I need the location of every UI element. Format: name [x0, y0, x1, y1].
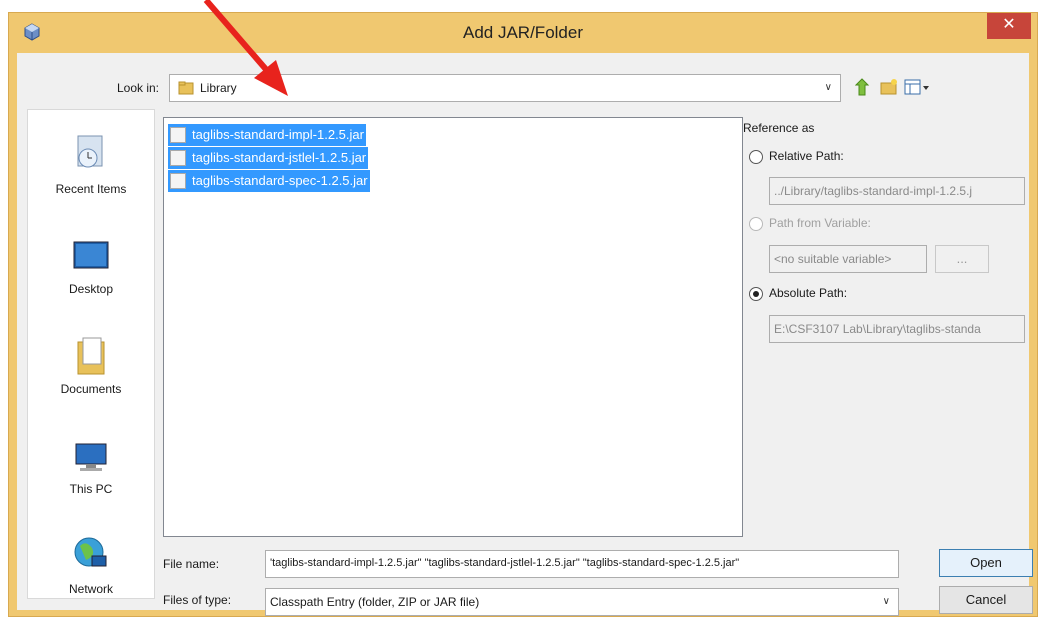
files-of-type-combo[interactable]: Classpath Entry (folder, ZIP or JAR file… [265, 588, 899, 616]
places-bar: Recent Items Desktop Documents This PC N… [27, 109, 155, 599]
new-folder-icon[interactable] [879, 77, 899, 97]
place-this-pc[interactable]: This PC [28, 422, 154, 512]
folder-icon [178, 81, 194, 95]
chevron-down-icon[interactable]: ∨ [825, 82, 832, 93]
files-of-type-value: Classpath Entry (folder, ZIP or JAR file… [270, 595, 480, 609]
place-recent-items[interactable]: Recent Items [28, 122, 154, 212]
this-pc-icon [75, 443, 107, 471]
cancel-button[interactable]: Cancel [939, 586, 1033, 614]
jar-file-icon [170, 149, 186, 166]
place-label: Documents [60, 382, 122, 396]
add-jar-folder-dialog: Add JAR/Folder ✕ Look in: Library ∨ Rece… [8, 12, 1038, 617]
list-item[interactable]: taglibs-standard-impl-1.2.5.jar [168, 124, 366, 146]
absolute-path-label: Absolute Path: [769, 286, 848, 300]
jar-file-icon [170, 126, 186, 143]
jar-file-icon [170, 172, 186, 189]
close-icon[interactable]: ✕ [1002, 16, 1015, 33]
place-label: Network [68, 582, 113, 596]
variable-field: <no suitable variable> [769, 245, 927, 273]
place-label: Recent Items [55, 182, 127, 196]
relative-path-label: Relative Path: [769, 149, 844, 163]
title-bar: Add JAR/Folder ✕ [9, 13, 1037, 53]
look-in-combo[interactable]: Library ∨ [169, 74, 841, 102]
file-name-label: File name: [163, 557, 220, 571]
reference-as-label: Reference as [743, 121, 815, 135]
absolute-path-field: E:\CSF3107 Lab\Library\taglibs-standa [769, 315, 1025, 343]
list-item[interactable]: taglibs-standard-jstlel-1.2.5.jar [168, 147, 369, 169]
relative-path-radio[interactable] [749, 150, 763, 164]
recent-items-icon [77, 135, 103, 168]
desktop-icon [73, 241, 109, 269]
list-item[interactable]: taglibs-standard-spec-1.2.5.jar [168, 170, 370, 192]
look-in-value: Library [200, 81, 237, 95]
up-one-level-icon[interactable] [855, 77, 875, 97]
relative-path-field: ../Library/taglibs-standard-impl-1.2.5.j [769, 177, 1025, 205]
documents-icon [77, 337, 105, 375]
network-icon [74, 537, 107, 567]
path-from-variable-radio [749, 217, 763, 231]
file-name-input[interactable]: 'taglibs-standard-impl-1.2.5.jar" "tagli… [265, 550, 899, 578]
view-menu-icon[interactable] [903, 77, 931, 97]
browse-variable-button: ... [935, 245, 989, 273]
files-of-type-label: Files of type: [163, 593, 232, 607]
place-label: This PC [69, 482, 113, 496]
path-from-variable-label: Path from Variable: [769, 216, 871, 230]
close-button[interactable]: ✕ [987, 13, 1031, 39]
place-label: Desktop [68, 282, 114, 296]
open-button[interactable]: Open [939, 549, 1033, 577]
window-title: Add JAR/Folder [463, 23, 583, 42]
file-list[interactable]: taglibs-standard-impl-1.2.5.jar taglibs-… [163, 117, 743, 537]
absolute-path-radio[interactable] [749, 287, 763, 301]
look-in-label: Look in: [116, 81, 159, 95]
place-desktop[interactable]: Desktop [28, 222, 154, 312]
chevron-down-icon[interactable]: ∨ [883, 596, 890, 607]
place-network[interactable]: Network [28, 522, 154, 612]
place-documents[interactable]: Documents [28, 322, 154, 412]
dialog-body: Look in: Library ∨ Recent Items Desktop … [17, 53, 1033, 616]
